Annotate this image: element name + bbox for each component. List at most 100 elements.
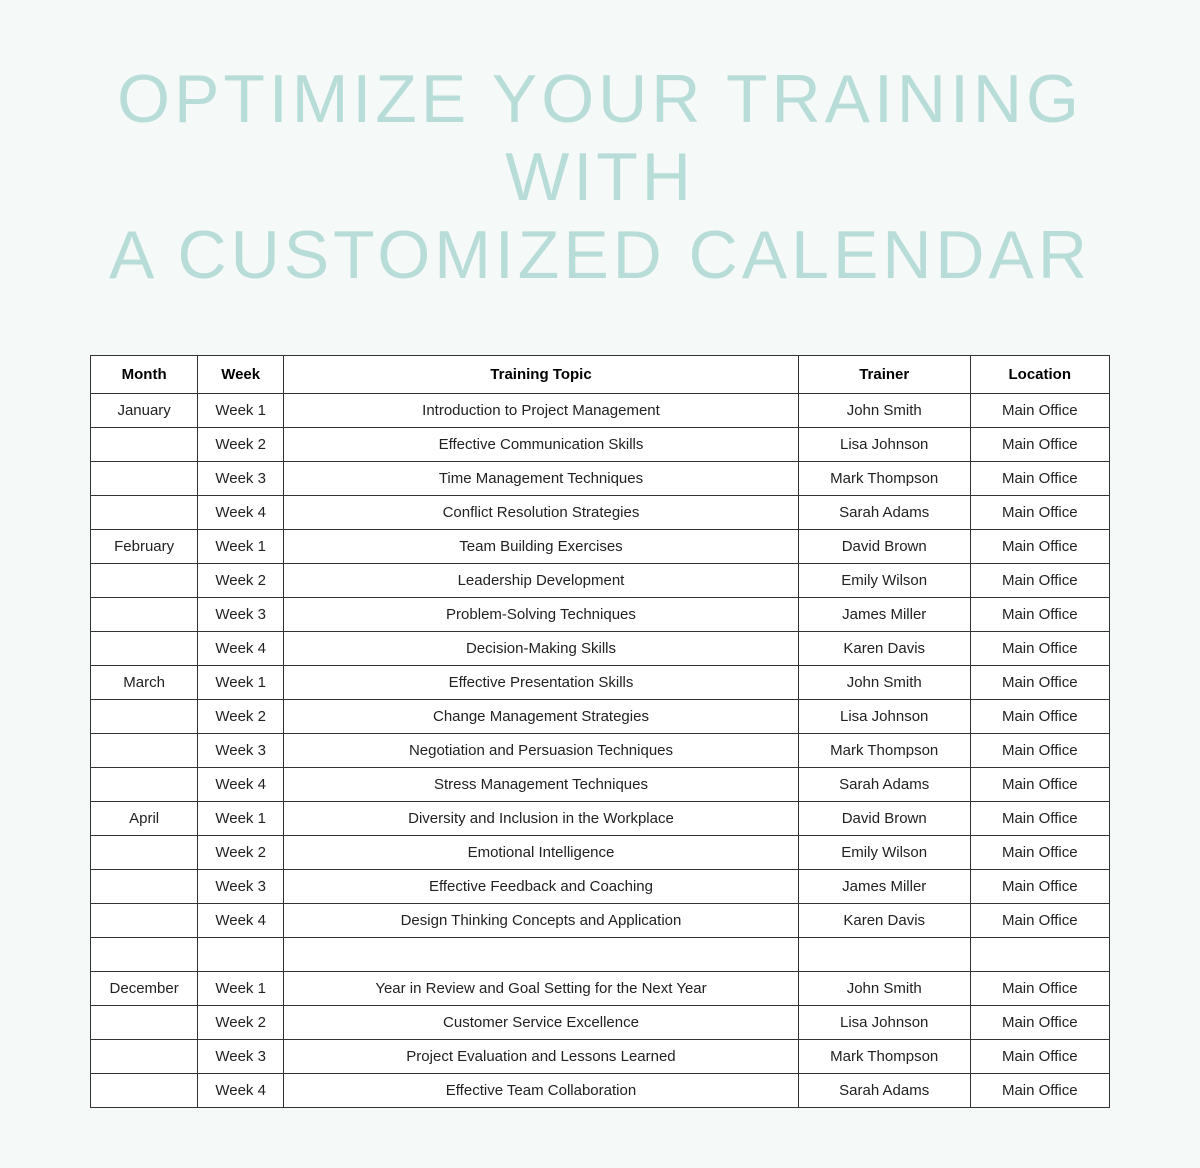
cell-week: Week 3 [198, 733, 284, 767]
cell-location: Main Office [970, 767, 1109, 801]
cell-month [91, 563, 198, 597]
cell-location: Main Office [970, 733, 1109, 767]
cell-trainer: David Brown [798, 529, 970, 563]
table-row: AprilWeek 1Diversity and Inclusion in th… [91, 801, 1110, 835]
cell-week: Week 4 [198, 767, 284, 801]
table-row: Week 2Customer Service ExcellenceLisa Jo… [91, 1005, 1110, 1039]
column-header-week: Week [198, 355, 284, 393]
cell-week: Week 3 [198, 1039, 284, 1073]
column-header-trainer: Trainer [798, 355, 970, 393]
cell-topic: Change Management Strategies [284, 699, 799, 733]
table-row: Week 4Stress Management TechniquesSarah … [91, 767, 1110, 801]
cell-topic: Design Thinking Concepts and Application [284, 903, 799, 937]
cell-topic: Customer Service Excellence [284, 1005, 799, 1039]
empty-cell [970, 937, 1109, 971]
cell-month: March [91, 665, 198, 699]
cell-location: Main Office [970, 1073, 1109, 1107]
cell-topic: Stress Management Techniques [284, 767, 799, 801]
cell-trainer: Mark Thompson [798, 1039, 970, 1073]
table-row: Week 3Negotiation and Persuasion Techniq… [91, 733, 1110, 767]
cell-week: Week 1 [198, 971, 284, 1005]
cell-month [91, 495, 198, 529]
column-header-month: Month [91, 355, 198, 393]
cell-week: Week 1 [198, 393, 284, 427]
column-header-location: Location [970, 355, 1109, 393]
column-header-training-topic: Training Topic [284, 355, 799, 393]
cell-topic: Conflict Resolution Strategies [284, 495, 799, 529]
cell-location: Main Office [970, 393, 1109, 427]
cell-trainer: James Miller [798, 597, 970, 631]
cell-month: February [91, 529, 198, 563]
table-row: Week 3Problem-Solving TechniquesJames Mi… [91, 597, 1110, 631]
cell-topic: Emotional Intelligence [284, 835, 799, 869]
cell-location: Main Office [970, 971, 1109, 1005]
cell-month [91, 903, 198, 937]
cell-location: Main Office [970, 699, 1109, 733]
cell-location: Main Office [970, 1039, 1109, 1073]
cell-trainer: Emily Wilson [798, 563, 970, 597]
cell-trainer: Lisa Johnson [798, 699, 970, 733]
cell-trainer: Sarah Adams [798, 1073, 970, 1107]
cell-trainer: Lisa Johnson [798, 1005, 970, 1039]
cell-topic: Leadership Development [284, 563, 799, 597]
cell-month [91, 427, 198, 461]
cell-topic: Effective Presentation Skills [284, 665, 799, 699]
cell-topic: Diversity and Inclusion in the Workplace [284, 801, 799, 835]
cell-location: Main Office [970, 427, 1109, 461]
cell-week: Week 1 [198, 665, 284, 699]
table-row: Week 4Design Thinking Concepts and Appli… [91, 903, 1110, 937]
table-row: Week 2Change Management StrategiesLisa J… [91, 699, 1110, 733]
table-row: Week 4Decision-Making SkillsKaren DavisM… [91, 631, 1110, 665]
cell-week: Week 2 [198, 563, 284, 597]
page-title: OPTIMIZE YOUR TRAINING WITH A CUSTOMIZED… [80, 60, 1120, 295]
table-row: Week 4Conflict Resolution StrategiesSara… [91, 495, 1110, 529]
cell-week: Week 2 [198, 427, 284, 461]
cell-topic: Problem-Solving Techniques [284, 597, 799, 631]
cell-location: Main Office [970, 665, 1109, 699]
title-line-2: A CUSTOMIZED CALENDAR [80, 216, 1120, 294]
cell-location: Main Office [970, 495, 1109, 529]
cell-topic: Negotiation and Persuasion Techniques [284, 733, 799, 767]
table-row: Week 3Effective Feedback and CoachingJam… [91, 869, 1110, 903]
cell-trainer: David Brown [798, 801, 970, 835]
table-header: MonthWeekTraining TopicTrainerLocation [91, 355, 1110, 393]
cell-trainer: Karen Davis [798, 631, 970, 665]
table-row: FebruaryWeek 1Team Building ExercisesDav… [91, 529, 1110, 563]
cell-location: Main Office [970, 1005, 1109, 1039]
title-line-1: OPTIMIZE YOUR TRAINING WITH [80, 60, 1120, 216]
cell-week: Week 4 [198, 903, 284, 937]
cell-topic: Effective Team Collaboration [284, 1073, 799, 1107]
table-row: Week 2Effective Communication SkillsLisa… [91, 427, 1110, 461]
cell-location: Main Office [970, 461, 1109, 495]
cell-month [91, 1073, 198, 1107]
cell-month [91, 1039, 198, 1073]
cell-week: Week 2 [198, 835, 284, 869]
cell-topic: Project Evaluation and Lessons Learned [284, 1039, 799, 1073]
table-row: Week 2Leadership DevelopmentEmily Wilson… [91, 563, 1110, 597]
table-row: DecemberWeek 1Year in Review and Goal Se… [91, 971, 1110, 1005]
empty-cell [91, 937, 198, 971]
table-row: Week 3Project Evaluation and Lessons Lea… [91, 1039, 1110, 1073]
cell-trainer: Sarah Adams [798, 495, 970, 529]
cell-location: Main Office [970, 869, 1109, 903]
table-body: JanuaryWeek 1Introduction to Project Man… [91, 393, 1110, 1107]
cell-trainer: Mark Thompson [798, 461, 970, 495]
cell-location: Main Office [970, 529, 1109, 563]
cell-location: Main Office [970, 563, 1109, 597]
cell-month [91, 869, 198, 903]
empty-cell [284, 937, 799, 971]
cell-month [91, 1005, 198, 1039]
table-row: MarchWeek 1Effective Presentation Skills… [91, 665, 1110, 699]
cell-trainer: Emily Wilson [798, 835, 970, 869]
cell-topic: Effective Feedback and Coaching [284, 869, 799, 903]
cell-topic: Year in Review and Goal Setting for the … [284, 971, 799, 1005]
cell-month [91, 767, 198, 801]
training-table: MonthWeekTraining TopicTrainerLocation J… [90, 355, 1110, 1108]
cell-month [91, 631, 198, 665]
cell-month: December [91, 971, 198, 1005]
cell-trainer: James Miller [798, 869, 970, 903]
table-row: Week 3Time Management TechniquesMark Tho… [91, 461, 1110, 495]
cell-month [91, 835, 198, 869]
cell-week: Week 3 [198, 869, 284, 903]
cell-month [91, 597, 198, 631]
